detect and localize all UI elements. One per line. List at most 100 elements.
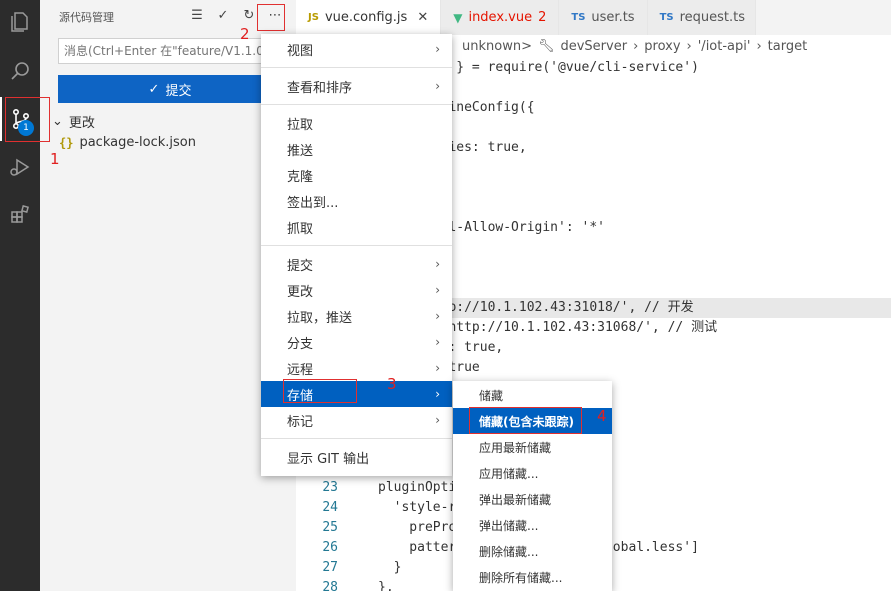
menu-item-label: 克隆 <box>287 169 314 185</box>
submenu-item[interactable]: 弹出储藏... <box>453 512 612 538</box>
submenu-item[interactable]: 应用最新储藏 <box>453 434 612 460</box>
menu-item-label: 推送 <box>287 143 314 159</box>
menu-item[interactable]: 视图 › <box>261 36 452 62</box>
chevron-down-icon: ⌄ <box>52 114 63 129</box>
menu-item[interactable]: 拉取 <box>261 110 452 136</box>
error-count: 2 <box>538 10 547 25</box>
chevron-right-icon: › <box>435 361 440 375</box>
search-icon[interactable] <box>0 49 40 93</box>
code-text: pluginOpti <box>378 480 457 495</box>
line-number: 27 <box>322 560 338 575</box>
json-file-icon: {} <box>59 135 74 150</box>
source-control-panel: 源代码管理 ☰ ✓ ↻ ⋯ ✓ 提交 ⌄ 更改 {} package-lock.… <box>40 0 296 591</box>
code-text: }, <box>378 580 394 591</box>
menu-item-label: 签出到... <box>287 195 339 211</box>
annotation-box-4 <box>469 407 582 434</box>
breadcrumb-item[interactable]: proxy <box>644 39 680 54</box>
menu-item[interactable]: 提交 › <box>261 251 452 277</box>
chevron-right-icon: › <box>435 42 440 56</box>
run-debug-icon[interactable] <box>0 145 40 189</box>
file-name: package-lock.json <box>79 135 196 150</box>
annotation-box-2 <box>257 4 285 31</box>
submenu-item[interactable]: 应用储藏... <box>453 460 612 486</box>
menu-item[interactable]: 拉取，推送 › <box>261 303 452 329</box>
annotation-box-3 <box>283 379 357 403</box>
activity-bar: 1 <box>0 0 40 591</box>
extensions-icon[interactable] <box>0 193 40 237</box>
menu-item[interactable]: 标记 › <box>261 407 452 433</box>
tab-user-ts[interactable]: TS user.ts <box>559 0 648 35</box>
menu-item[interactable]: 抓取 <box>261 214 452 240</box>
breadcrumb-item[interactable]: target <box>768 39 808 54</box>
menu-item[interactable]: 查看和排序 › <box>261 73 452 99</box>
changes-header[interactable]: ⌄ 更改 <box>52 112 95 131</box>
menu-item-label: 显示 GIT 输出 <box>287 451 370 467</box>
breadcrumb-item[interactable]: unknown> <box>462 39 532 54</box>
close-icon[interactable]: ✕ <box>417 10 428 25</box>
line-number: 23 <box>322 480 338 495</box>
tab-request-ts[interactable]: TS request.ts <box>647 0 756 35</box>
menu-item-label: 抓取 <box>287 221 314 237</box>
check-icon: ✓ <box>148 81 160 97</box>
menu-item-label: 提交 <box>287 258 314 274</box>
line-number: 25 <box>322 520 338 535</box>
annotation-box-1 <box>5 97 50 142</box>
menu-item[interactable]: 显示 GIT 输出 <box>261 444 452 470</box>
tab-label: request.ts <box>679 10 746 25</box>
refresh-icon[interactable]: ↻ <box>239 5 259 25</box>
menu-item[interactable]: 克隆 <box>261 162 452 188</box>
menu-item[interactable]: 分支 › <box>261 329 452 355</box>
wrench-icon: 🔧︎ <box>537 38 555 54</box>
submenu-item[interactable]: 储藏 <box>453 382 612 408</box>
menu-item-label: 标记 <box>287 414 314 430</box>
commit-button-label: 提交 <box>165 83 192 99</box>
chevron-right-icon: › <box>435 309 440 323</box>
submenu-item[interactable]: 删除所有储藏... <box>453 564 612 590</box>
more-actions-menu: 视图 › 查看和排序 › 拉取 推送 克隆 签出到... 抓取 提交 › 更改 › 拉取，推送 › 分支 › 远程… <box>261 34 452 476</box>
explorer-icon[interactable] <box>0 0 40 44</box>
commit-button[interactable]: ✓ 提交 <box>58 75 282 103</box>
changes-label: 更改 <box>68 116 95 131</box>
tab-label: vue.config.js <box>324 10 408 25</box>
vue-file-icon: ▼ <box>453 10 463 25</box>
menu-item-label: 更改 <box>287 284 314 300</box>
code-text: } <box>378 560 402 575</box>
panel-title: 源代码管理 <box>59 11 114 24</box>
commit-check-icon[interactable]: ✓ <box>213 5 233 25</box>
menu-separator <box>261 245 452 246</box>
chevron-right-icon: › <box>435 79 440 93</box>
menu-item[interactable]: 签出到... <box>261 188 452 214</box>
menu-item-label: 远程 <box>287 362 314 378</box>
menu-item[interactable]: 推送 <box>261 136 452 162</box>
tab-label: user.ts <box>591 10 635 25</box>
tab-vue-config[interactable]: JS vue.config.js ✕ <box>296 0 442 35</box>
chevron-right-icon: › <box>435 387 440 401</box>
menu-separator <box>261 438 452 439</box>
menu-item-label: 查看和排序 <box>287 80 353 96</box>
menu-item-label: 分支 <box>287 336 314 352</box>
chevron-right-icon: › <box>435 283 440 297</box>
menu-item-label: 视图 <box>287 43 314 59</box>
submenu-item[interactable]: 弹出最新储藏 <box>453 486 612 512</box>
breadcrumb-item[interactable]: '/iot-api' <box>698 39 751 54</box>
chevron-right-icon: › <box>435 413 440 427</box>
view-as-tree-icon[interactable]: ☰ <box>187 5 207 25</box>
ts-file-icon: TS <box>659 12 674 23</box>
submenu-item[interactable]: 删除储藏... <box>453 538 612 564</box>
tab-index-vue[interactable]: ▼ index.vue 2 <box>441 0 560 35</box>
menu-item[interactable]: 更改 › <box>261 277 452 303</box>
list-item[interactable]: {} package-lock.json <box>59 135 196 150</box>
annotation-number-4: 4 <box>597 407 607 425</box>
annotation-number-1: 1 <box>50 150 60 168</box>
ts-file-icon: TS <box>571 12 586 23</box>
breadcrumb-item[interactable]: devServer <box>560 39 627 54</box>
editor-tabs: JS vue.config.js ✕ ▼ index.vue 2 TS user… <box>296 0 891 35</box>
chevron-right-icon: › <box>435 257 440 271</box>
menu-item-label: 拉取 <box>287 117 314 133</box>
chevron-right-icon: › <box>435 335 440 349</box>
menu-item[interactable]: 远程 › <box>261 355 452 381</box>
line-number: 28 <box>322 580 338 591</box>
code-text: prePro <box>378 520 457 535</box>
menu-item-label: 拉取，推送 <box>287 310 353 326</box>
line-number: 24 <box>322 500 338 515</box>
